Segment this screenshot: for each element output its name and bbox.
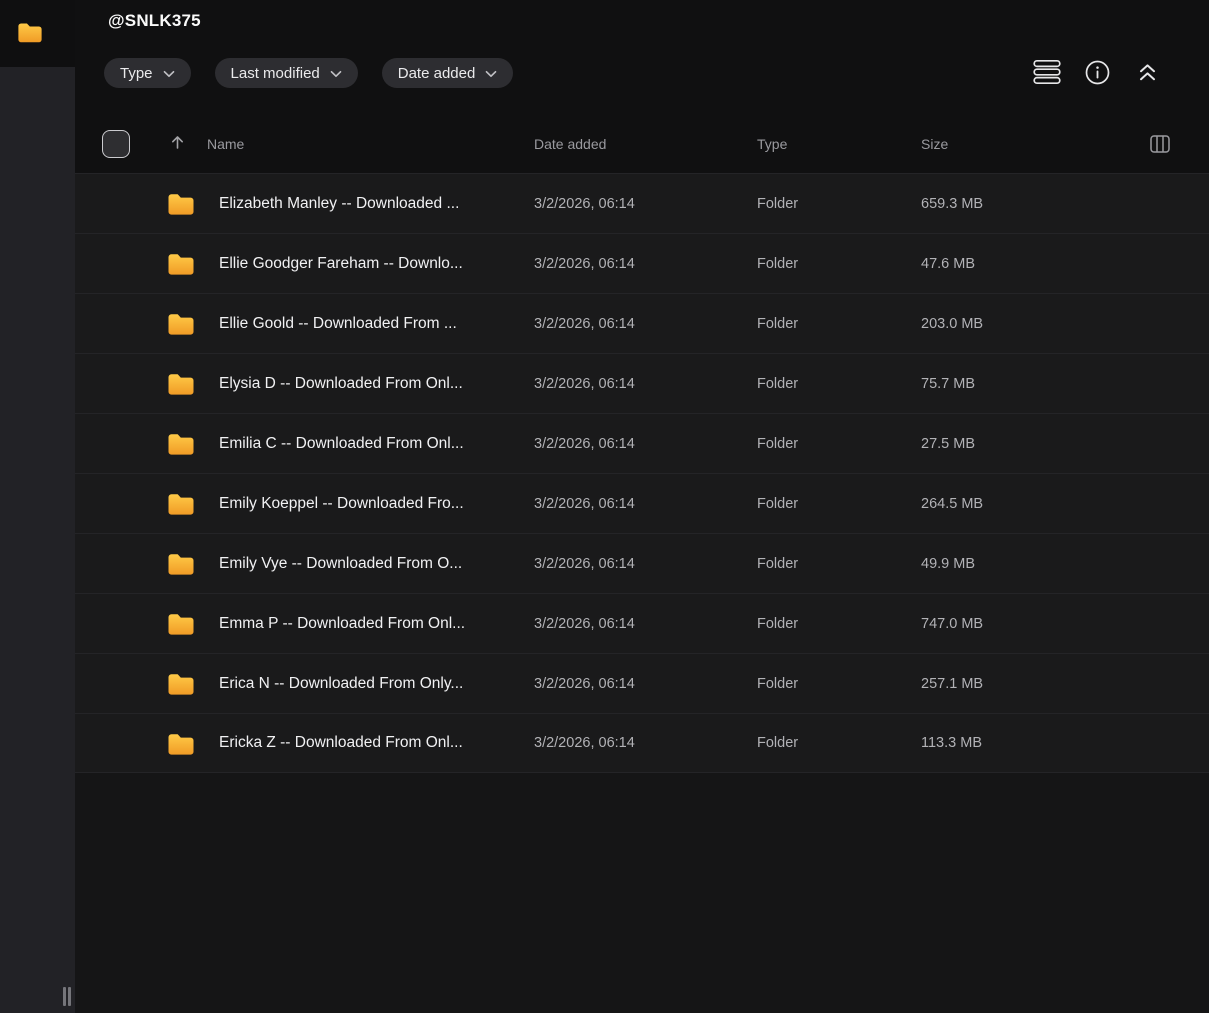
file-name: Ericka Z -- Downloaded From Onl...	[219, 734, 463, 751]
file-name: Elizabeth Manley -- Downloaded ...	[219, 194, 460, 212]
page-title: @SNLK375	[108, 11, 201, 30]
file-name: Elysia D -- Downloaded From Onl...	[219, 374, 463, 392]
file-type: Folder	[757, 675, 799, 692]
file-date-added: 3/2/2026, 06:14	[534, 555, 635, 572]
chevron-down-icon	[485, 65, 497, 82]
folder-icon	[167, 432, 219, 455]
filter-last-modified-button[interactable]: Last modified	[214, 58, 358, 88]
filter-type-label: Type	[120, 64, 153, 82]
file-type: Folder	[757, 555, 799, 572]
column-header-size[interactable]: Size	[921, 136, 1149, 152]
file-type: Folder	[757, 315, 799, 332]
file-date-added: 3/2/2026, 06:14	[534, 675, 635, 692]
file-date-added: 3/2/2026, 06:14	[534, 195, 635, 212]
file-date-added: 3/2/2026, 06:14	[534, 315, 635, 332]
file-list: Elizabeth Manley -- Downloaded ... 3/2/2…	[75, 173, 1209, 773]
select-all-checkbox[interactable]	[102, 130, 130, 158]
file-name: Ellie Goodger Fareham -- Downlo...	[219, 254, 463, 272]
file-name: Emily Koeppel -- Downloaded Fro...	[219, 494, 464, 512]
table-row[interactable]: Elizabeth Manley -- Downloaded ... 3/2/2…	[75, 173, 1209, 233]
file-size: 257.1 MB	[921, 675, 984, 692]
file-date-added: 3/2/2026, 06:14	[534, 735, 635, 751]
folder-icon	[167, 252, 219, 275]
column-header-name[interactable]: Name	[207, 136, 534, 152]
filter-last-modified-label: Last modified	[230, 64, 320, 82]
file-size: 49.9 MB	[921, 555, 975, 572]
file-name: Erica N -- Downloaded From Only...	[219, 674, 464, 692]
table-row[interactable]: Emma P -- Downloaded From Onl... 3/2/202…	[75, 593, 1209, 653]
filter-bar: Type Last modified Date added	[104, 58, 514, 88]
table-row[interactable]: Ellie Goodger Fareham -- Downlo... 3/2/2…	[75, 233, 1209, 293]
filter-type-button[interactable]: Type	[104, 58, 191, 88]
file-size: 747.0 MB	[921, 615, 984, 632]
folder-icon	[167, 492, 219, 515]
info-icon[interactable]	[1083, 58, 1111, 86]
table-row[interactable]: Erica N -- Downloaded From Only... 3/2/2…	[75, 653, 1209, 713]
folder-icon	[167, 732, 219, 755]
folder-icon	[167, 552, 219, 575]
toolbar-actions	[1033, 58, 1161, 86]
app-folder-icon	[17, 21, 43, 48]
filter-date-added-label: Date added	[397, 64, 476, 82]
table-row[interactable]: Emily Koeppel -- Downloaded Fro... 3/2/2…	[75, 473, 1209, 533]
sidebar	[0, 0, 75, 1013]
folder-icon	[167, 192, 219, 215]
file-size: 264.5 MB	[921, 495, 984, 512]
sidebar-resize-handle[interactable]	[61, 985, 73, 1008]
file-type: Folder	[757, 615, 799, 632]
file-name: Emma P -- Downloaded From Onl...	[219, 614, 466, 632]
file-size: 113.3 MB	[921, 735, 982, 751]
columns-icon[interactable]	[1149, 133, 1171, 155]
table-row[interactable]: Emilia C -- Downloaded From Onl... 3/2/2…	[75, 413, 1209, 473]
table-row[interactable]: Emily Vye -- Downloaded From O... 3/2/20…	[75, 533, 1209, 593]
column-header-type[interactable]: Type	[757, 136, 921, 152]
file-type: Folder	[757, 375, 799, 392]
file-name: Emily Vye -- Downloaded From O...	[219, 554, 463, 572]
main-content: @SNLK375 Type Last modified Date added N…	[75, 0, 1209, 1013]
file-type: Folder	[757, 435, 799, 452]
folder-icon	[167, 312, 219, 335]
file-date-added: 3/2/2026, 06:14	[534, 375, 635, 392]
file-type: Folder	[757, 195, 799, 212]
file-name: Emilia C -- Downloaded From Onl...	[219, 434, 464, 452]
list-view-icon[interactable]	[1033, 58, 1061, 86]
top-bar: @SNLK375 Type Last modified Date added N…	[75, 0, 1209, 173]
column-header-date-added[interactable]: Date added	[534, 136, 757, 152]
file-size: 27.5 MB	[921, 435, 975, 452]
file-type: Folder	[757, 255, 799, 272]
arrow-up-icon	[169, 134, 186, 154]
chevron-down-icon	[163, 65, 175, 82]
table-row[interactable]: Ericka Z -- Downloaded From Onl... 3/2/2…	[75, 713, 1209, 773]
file-type: Folder	[757, 495, 799, 512]
file-size: 75.7 MB	[921, 375, 975, 392]
file-type: Folder	[757, 735, 799, 751]
folder-icon	[167, 612, 219, 635]
table-row[interactable]: Ellie Goold -- Downloaded From ... 3/2/2…	[75, 293, 1209, 353]
file-size: 203.0 MB	[921, 315, 984, 332]
file-size: 47.6 MB	[921, 255, 975, 272]
collapse-up-icon[interactable]	[1133, 58, 1161, 86]
file-date-added: 3/2/2026, 06:14	[534, 435, 635, 452]
table-header: Name Date added Type Size	[75, 115, 1209, 173]
file-name: Ellie Goold -- Downloaded From ...	[219, 314, 457, 332]
file-date-added: 3/2/2026, 06:14	[534, 255, 635, 272]
chevron-down-icon	[330, 65, 342, 82]
sidebar-top-block	[0, 0, 75, 67]
file-size: 659.3 MB	[921, 195, 984, 212]
folder-icon	[167, 372, 219, 395]
file-date-added: 3/2/2026, 06:14	[534, 615, 635, 632]
folder-icon	[167, 672, 219, 695]
table-row[interactable]: Elysia D -- Downloaded From Onl... 3/2/2…	[75, 353, 1209, 413]
filter-date-added-button[interactable]: Date added	[381, 58, 514, 88]
file-date-added: 3/2/2026, 06:14	[534, 495, 635, 512]
